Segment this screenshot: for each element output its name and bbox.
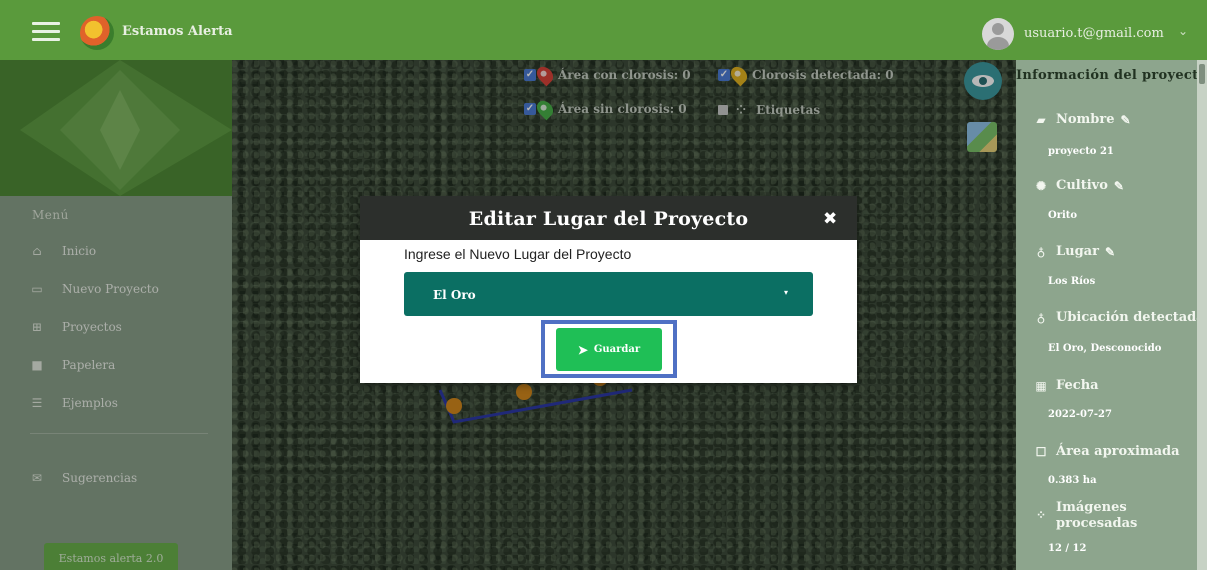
pencil-icon[interactable]: ✎ <box>1114 179 1124 193</box>
calendar-icon: ▦ <box>1035 378 1047 393</box>
field-label: Ubicación detectada <box>1056 310 1205 325</box>
user-email[interactable]: usuario.t@gmail.com <box>1024 26 1164 41</box>
panel-title: Información del proyecto <box>1016 68 1207 83</box>
field-label: Área aproximada <box>1056 444 1180 459</box>
app-logo[interactable] <box>80 16 114 50</box>
square-icon: ☐ <box>1035 444 1047 459</box>
field-nombre: ▰ Nombre ✎ <box>1032 112 1131 127</box>
field-value-imagenes: 12 / 12 <box>1048 543 1087 554</box>
user-avatar[interactable] <box>982 18 1014 50</box>
pencil-icon[interactable]: ✎ <box>1121 113 1131 127</box>
modal-prompt: Ingrese el Nuevo Lugar del Proyecto <box>404 246 632 262</box>
save-button[interactable]: ➤ Guardar <box>556 328 662 371</box>
gear-icon: ✺ <box>1035 178 1047 193</box>
map-marker-icon: ♁ <box>1036 310 1046 325</box>
top-bar: Estamos Alerta usuario.t@gmail.com ⌄ <box>0 0 1207 60</box>
field-value-ubicacion: El Oro, Desconocido <box>1048 343 1162 354</box>
field-lugar: ♁ Lugar ✎ <box>1032 244 1115 259</box>
scrollbar-thumb[interactable] <box>1199 64 1205 84</box>
spinner-icon: ⁘ <box>1035 508 1047 522</box>
app-title[interactable]: Estamos Alerta <box>122 24 233 39</box>
field-label: Cultivo <box>1056 178 1108 193</box>
field-value-fecha: 2022-07-27 <box>1048 409 1112 420</box>
edit-location-modal: Editar Lugar del Proyecto ✖ Ingrese el N… <box>360 196 857 383</box>
field-cultivo: ✺ Cultivo ✎ <box>1032 178 1124 193</box>
field-ubicacion-detectada: ♁ Ubicación detectada <box>1032 310 1205 325</box>
project-info-panel: Información del proyecto ▰ Nombre ✎ proy… <box>1016 60 1207 570</box>
caret-down-icon: ▾ <box>784 288 789 297</box>
chevron-down-icon[interactable]: ⌄ <box>1178 24 1188 38</box>
paper-plane-icon: ➤ <box>577 342 588 357</box>
selected-location: El Oro <box>433 288 476 302</box>
location-select[interactable]: El Oro ▾ <box>404 272 813 316</box>
save-button-label: Guardar <box>593 344 641 355</box>
field-value-nombre: proyecto 21 <box>1048 146 1114 157</box>
field-imagenes-procesadas: ⁘ Imágenes procesadas <box>1032 500 1146 532</box>
map-marker-icon: ♁ <box>1036 244 1046 259</box>
field-label: Imágenes procesadas <box>1056 500 1138 531</box>
field-value-cultivo: Orito <box>1048 210 1078 221</box>
field-fecha: ▦ Fecha <box>1032 378 1099 393</box>
field-area-aproximada: ☐ Área aproximada <box>1032 444 1180 459</box>
field-label: Fecha <box>1056 378 1099 393</box>
hamburger-menu-icon[interactable] <box>32 22 60 41</box>
folder-icon: ▰ <box>1036 112 1046 127</box>
field-label: Nombre <box>1056 112 1115 127</box>
pencil-icon[interactable]: ✎ <box>1105 245 1115 259</box>
field-label: Lugar <box>1056 244 1099 259</box>
field-value-area: 0.383 ha <box>1048 475 1097 486</box>
panel-scrollbar[interactable] <box>1197 60 1207 570</box>
close-icon[interactable]: ✖ <box>823 209 837 229</box>
modal-title: Editar Lugar del Proyecto <box>468 208 749 230</box>
modal-header: Editar Lugar del Proyecto ✖ <box>360 196 857 240</box>
field-value-lugar: Los Ríos <box>1048 276 1096 287</box>
